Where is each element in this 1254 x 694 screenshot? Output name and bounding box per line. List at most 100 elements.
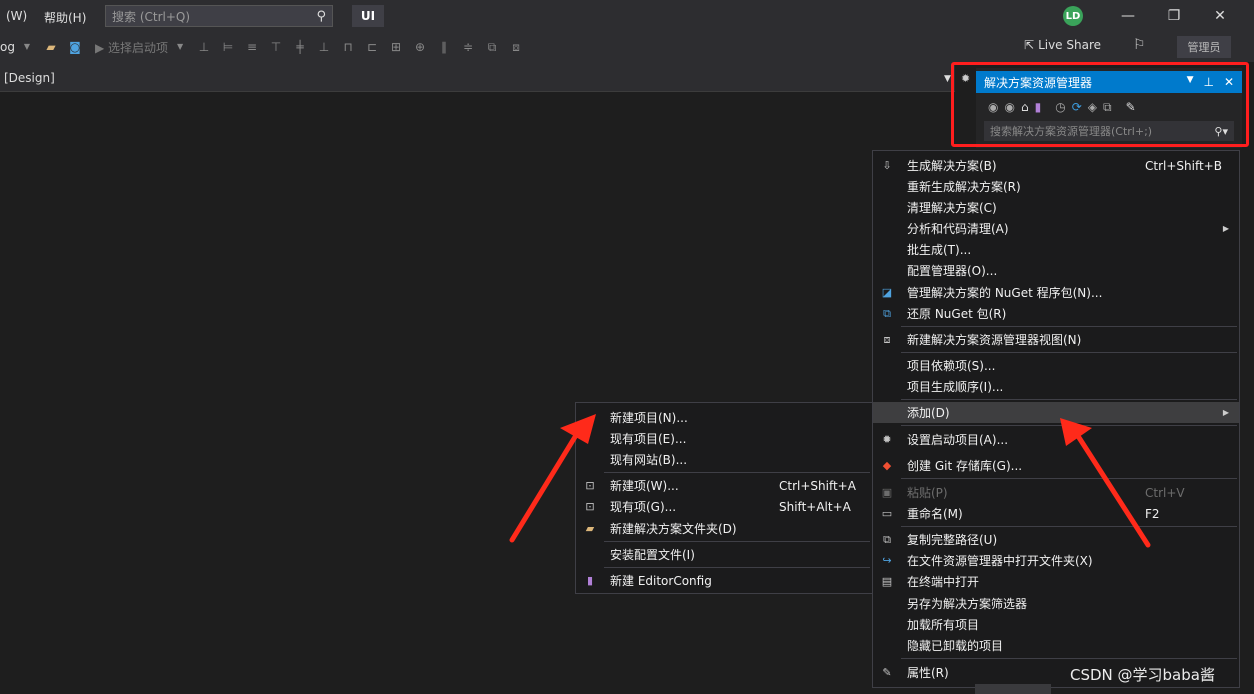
submenu-item-install-config[interactable]: 安装配置文件(I) xyxy=(576,544,872,565)
close-button[interactable]: ✕ xyxy=(1208,6,1232,26)
menu-item-hide-unloaded[interactable]: 隐藏已卸载的项目 xyxy=(873,635,1239,656)
restore-button[interactable]: ❐ xyxy=(1162,6,1186,26)
avatar[interactable]: LD xyxy=(1063,6,1083,26)
menu-item-paste[interactable]: ▣ 粘贴(P) Ctrl+V xyxy=(873,482,1239,503)
submenu-item-new-item[interactable]: ⊡ 新建项(W)... Ctrl+Shift+A xyxy=(576,475,872,496)
global-search-placeholder: 搜索 (Ctrl+Q) xyxy=(112,9,191,24)
spacing-icon[interactable]: ∥ xyxy=(436,40,452,54)
tab-design[interactable]: [Design] xyxy=(4,71,55,85)
menu-separator xyxy=(901,526,1237,527)
folder-icon: ▰ xyxy=(585,522,595,535)
menu-item-save-filter[interactable]: 另存为解决方案筛选器 xyxy=(873,593,1239,614)
align-middle-icon[interactable]: ╪ xyxy=(292,40,308,54)
menu-separator xyxy=(604,541,870,542)
align-center-icon[interactable]: ⊨ xyxy=(220,40,236,54)
chevron-down-icon[interactable]: ▼ xyxy=(172,40,188,54)
same-width-icon[interactable]: ⊓ xyxy=(340,40,356,54)
git-icon: ◆ xyxy=(882,459,892,472)
menu-item-create-git[interactable]: ◆ 创建 Git 存储库(G)... xyxy=(873,455,1239,476)
menu-item-build-order[interactable]: 项目生成顺序(I)... xyxy=(873,376,1239,397)
search-icon: ⚲ xyxy=(316,8,326,24)
admin-button[interactable]: 管理员 xyxy=(1177,36,1231,58)
menu-separator xyxy=(901,399,1237,400)
submenu-item-new-solution-folder[interactable]: ▰ 新建解决方案文件夹(D) xyxy=(576,518,872,539)
chevron-down-icon[interactable]: ▼ xyxy=(944,74,951,84)
submenu-item-existing-project[interactable]: 现有项目(E)... xyxy=(576,428,872,449)
start-button[interactable]: ▶ 选择启动项 xyxy=(95,39,168,56)
menu-item-clean[interactable]: 清理解决方案(C) xyxy=(873,197,1239,218)
chevron-right-icon: ▶ xyxy=(1222,224,1229,233)
vertical-spacing-icon[interactable]: ≑ xyxy=(460,40,476,54)
document-tab-row: [Design] ▼ xyxy=(0,62,955,92)
title-bar: (W) 帮助(H) 搜索 (Ctrl+Q) ⚲ UI LD — ❐ ✕ xyxy=(0,0,1254,32)
chevron-right-icon: ▶ xyxy=(1222,408,1229,417)
menu-item-open-folder[interactable]: ↪ 在文件资源管理器中打开文件夹(X) xyxy=(873,550,1239,571)
menu-item-load-all[interactable]: 加载所有项目 xyxy=(873,614,1239,635)
open-folder-icon[interactable]: ▰ xyxy=(43,40,59,54)
global-search-input[interactable]: 搜索 (Ctrl+Q) ⚲ xyxy=(105,5,333,27)
menu-item-manage-nuget[interactable]: ◪ 管理解决方案的 NuGet 程序包(N)... xyxy=(873,282,1239,303)
grid-icon[interactable]: ⊕ xyxy=(412,40,428,54)
menu-item-rename[interactable]: ▭ 重命名(M) F2 xyxy=(873,503,1239,524)
menu-item-config-manager[interactable]: 配置管理器(O)... xyxy=(873,260,1239,281)
new-view-icon: ⧈ xyxy=(883,332,891,346)
nuget-icon: ◪ xyxy=(881,286,893,299)
menu-item-dependencies[interactable]: 项目依赖项(S)... xyxy=(873,355,1239,376)
menu-separator xyxy=(901,425,1237,426)
same-height-icon[interactable]: ⊏ xyxy=(364,40,380,54)
menu-window[interactable]: (W) xyxy=(0,9,33,23)
menu-item-open-terminal[interactable]: ▤ 在终端中打开 xyxy=(873,571,1239,592)
menu-separator xyxy=(901,658,1237,659)
menu-separator xyxy=(901,352,1237,353)
menu-item-set-startup[interactable]: ✹ 设置启动项目(A)... xyxy=(873,429,1239,450)
solution-context-menu: ⇩ 生成解决方案(B) Ctrl+Shift+B 重新生成解决方案(R) 清理解决方… xyxy=(872,150,1240,688)
menu-item-add[interactable]: 添加(D) ▶ xyxy=(873,402,1239,423)
highlight-frame xyxy=(951,62,1249,147)
align-right-icon[interactable]: ≡ xyxy=(244,40,260,54)
align-bottom-icon[interactable]: ⊥ xyxy=(316,40,332,54)
align-top-icon[interactable]: ⊤ xyxy=(268,40,284,54)
menu-item-analyze[interactable]: 分析和代码清理(A) ▶ xyxy=(873,218,1239,239)
submenu-item-existing-website[interactable]: 现有网站(B)... xyxy=(576,449,872,470)
share-icon: ⇱ xyxy=(1024,38,1035,52)
align-left-icon[interactable]: ⊥ xyxy=(196,40,212,54)
chevron-down-icon[interactable]: ▼ xyxy=(19,40,35,54)
terminal-icon: ▤ xyxy=(881,575,893,588)
project-badge: UI xyxy=(352,5,384,27)
camera-icon[interactable]: ◙ xyxy=(67,40,83,54)
live-share-label: Live Share xyxy=(1038,38,1102,52)
submenu-item-existing-item[interactable]: ⊡ 现有项(G)... Shift+Alt+A xyxy=(576,496,872,517)
menu-item-batch-build[interactable]: 批生成(T)... xyxy=(873,239,1239,260)
editorconfig-icon: ▮ xyxy=(586,574,594,587)
same-size-icon[interactable]: ⊞ xyxy=(388,40,404,54)
restore-icon: ⧉ xyxy=(883,306,891,320)
feedback-icon[interactable]: ⚐ xyxy=(1133,37,1146,53)
menu-item-rebuild[interactable]: 重新生成解决方案(R) xyxy=(873,176,1239,197)
minimize-button[interactable]: — xyxy=(1116,6,1140,26)
existing-item-icon: ⊡ xyxy=(585,500,595,513)
open-folder-icon: ↪ xyxy=(882,554,892,567)
build-icon: ⇩ xyxy=(882,159,892,172)
menu-help[interactable]: 帮助(H) xyxy=(38,9,92,26)
watermark: CSDN @学习baba酱 xyxy=(1070,666,1215,684)
menu-item-build[interactable]: ⇩ 生成解决方案(B) Ctrl+Shift+B xyxy=(873,155,1239,176)
submenu-item-new-project[interactable]: 新建项目(N)... xyxy=(576,407,872,428)
rename-icon: ▭ xyxy=(881,507,893,520)
copy-path-icon: ⧉ xyxy=(883,532,891,546)
new-item-icon: ⊡ xyxy=(585,479,595,492)
config-dropdown[interactable]: og xyxy=(0,40,15,54)
paste-icon: ▣ xyxy=(881,486,893,499)
menu-item-restore-nuget[interactable]: ⧉ 还原 NuGet 包(R) xyxy=(873,303,1239,324)
menu-item-copy-path[interactable]: ⧉ 复制完整路径(U) xyxy=(873,529,1239,550)
menu-item-new-view[interactable]: ⧈ 新建解决方案资源管理器视图(N) xyxy=(873,329,1239,350)
status-strip xyxy=(975,684,1051,694)
send-back-icon[interactable]: ⧈ xyxy=(508,40,524,54)
bring-front-icon[interactable]: ⧉ xyxy=(484,40,500,54)
menu-separator xyxy=(901,478,1237,479)
live-share-button[interactable]: ⇱ Live Share xyxy=(1024,38,1101,52)
menu-separator xyxy=(901,326,1237,327)
submenu-item-new-editorconfig[interactable]: ▮ 新建 EditorConfig xyxy=(576,570,872,591)
wrench-icon: ✎ xyxy=(882,666,892,679)
add-submenu: 新建项目(N)... 现有项目(E)... 现有网站(B)... ⊡ 新建项(W)… xyxy=(575,402,873,594)
menu-separator xyxy=(604,472,870,473)
